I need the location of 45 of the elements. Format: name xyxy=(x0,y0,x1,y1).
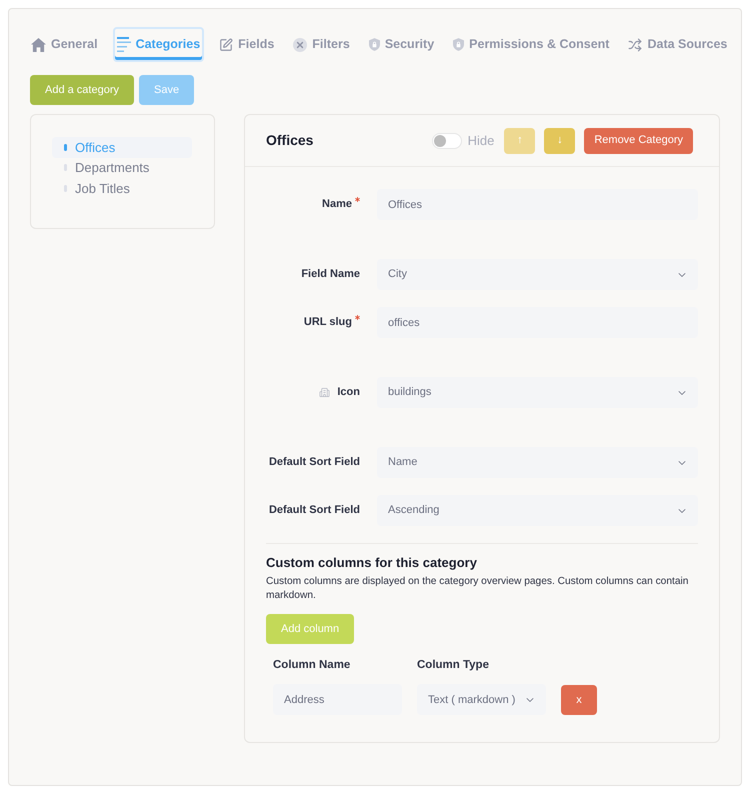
add-column-button[interactable]: Add column xyxy=(266,614,354,644)
remove-column-button[interactable]: x xyxy=(561,684,597,715)
bullet-icon xyxy=(64,144,67,151)
hide-toggle[interactable] xyxy=(432,132,462,148)
field-label: Field Name xyxy=(301,267,360,282)
field-label: Default Sort Field xyxy=(268,455,360,470)
column-header: Column Type xyxy=(417,658,490,673)
shield-lock-icon xyxy=(368,38,380,51)
remove-category-button[interactable]: Remove Category xyxy=(584,128,693,154)
section-description: Custom columns are displayed on the category overview pages. Custom columns can contain markdown. xyxy=(266,575,690,603)
tab[interactable]: Data Sources xyxy=(624,27,732,62)
field-label: Name xyxy=(322,197,352,212)
sidebar-item[interactable]: Offices xyxy=(52,137,192,158)
tab[interactable]: Categories xyxy=(112,27,204,62)
edit-icon xyxy=(219,38,234,52)
tab[interactable]: General xyxy=(27,27,102,62)
column-type-select[interactable]: Text ( markdown ) xyxy=(417,684,546,716)
sidebar-item[interactable]: Departments xyxy=(52,158,192,178)
hide-label: Hide xyxy=(468,132,494,150)
tab[interactable]: Permissions & Consent xyxy=(449,27,614,62)
tab[interactable]: Filters xyxy=(289,27,354,62)
select-field[interactable]: City xyxy=(377,259,698,290)
section-heading: Custom columns for this category xyxy=(266,555,478,571)
tab[interactable]: Fields xyxy=(215,27,278,62)
input-field[interactable]: offices xyxy=(377,307,698,338)
list-icon xyxy=(116,36,131,52)
close-circle-icon xyxy=(293,38,308,52)
add-category-button[interactable]: Add a category xyxy=(30,75,134,105)
tab[interactable]: Security xyxy=(364,27,438,62)
field-label: URL slug xyxy=(304,315,352,330)
field-label: Default Sort Field xyxy=(268,503,360,518)
input-field[interactable]: Offices xyxy=(377,189,698,220)
sidebar-item[interactable]: Job Titles xyxy=(52,178,192,198)
shuffle-icon xyxy=(628,38,642,52)
column-header: Column Name xyxy=(273,658,352,673)
shield-lock-icon xyxy=(453,38,464,51)
move-button[interactable]: ↓ xyxy=(544,128,576,154)
building-icon xyxy=(319,387,330,398)
select-field[interactable]: buildings xyxy=(377,377,698,408)
category-title: Offices xyxy=(266,131,314,150)
column-name-field[interactable]: Address xyxy=(273,684,402,716)
field-label: Icon xyxy=(337,385,360,400)
select-field[interactable]: Ascending xyxy=(377,495,698,526)
home-icon xyxy=(31,38,46,52)
select-field[interactable]: Name xyxy=(377,447,698,478)
